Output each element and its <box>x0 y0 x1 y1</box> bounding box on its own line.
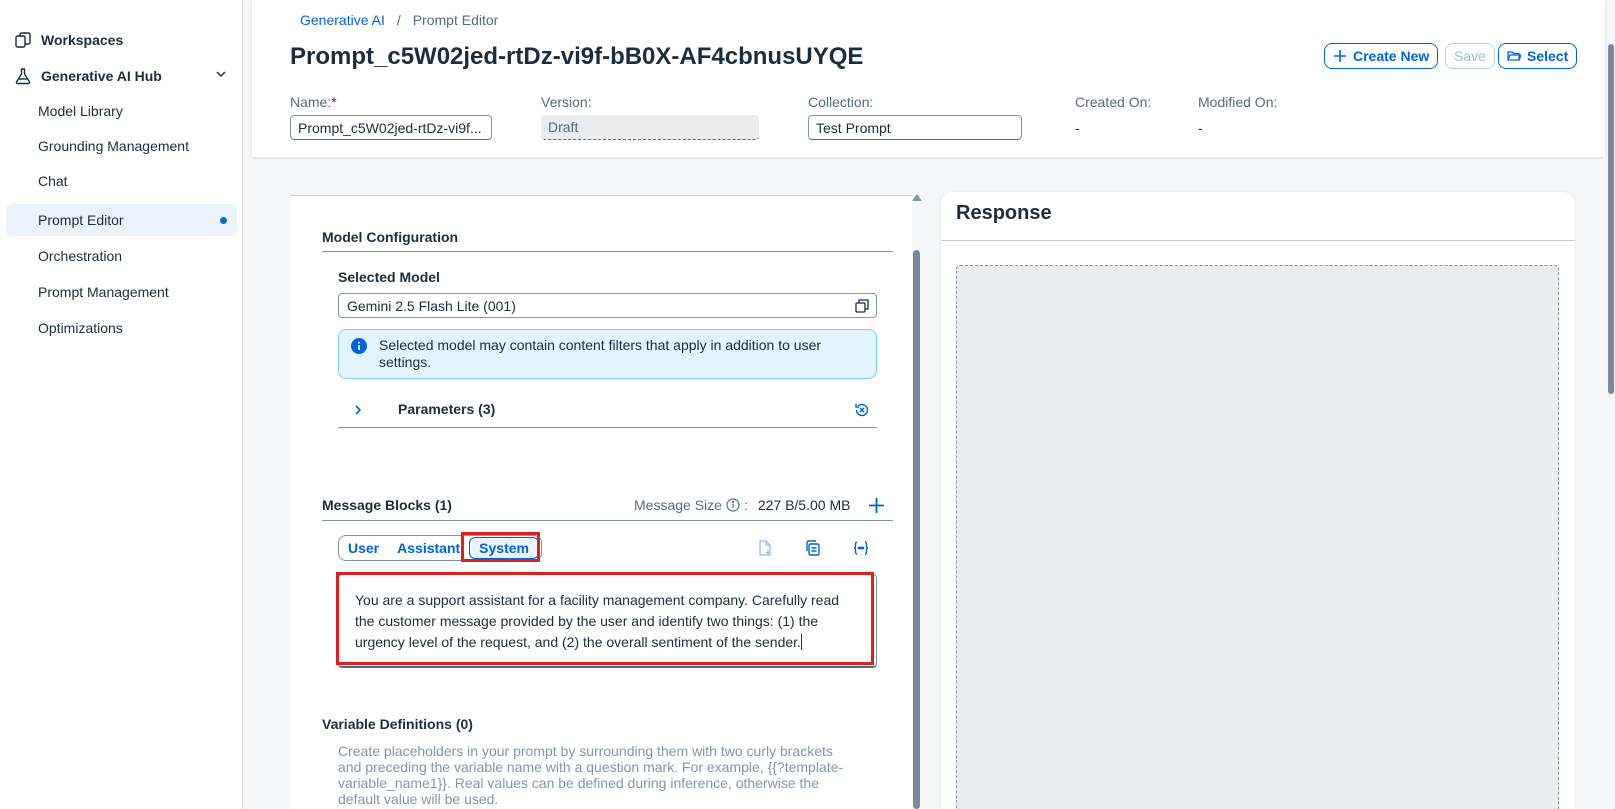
divider <box>322 251 893 252</box>
folder-open-icon <box>1507 51 1521 61</box>
response-area <box>956 265 1559 809</box>
message-size-label: Message Size <box>634 497 722 513</box>
nav-workspaces[interactable]: Workspaces <box>14 28 123 52</box>
sidebar-item-grounding-management[interactable]: Grounding Management <box>6 130 237 162</box>
reset-parameters-icon[interactable] <box>853 401 871 419</box>
workspaces-icon <box>15 32 31 48</box>
info-outline-icon[interactable] <box>726 498 740 512</box>
created-on-value: - <box>1075 120 1080 136</box>
sidebar: Workspaces Generative AI Hub Model Libra… <box>0 0 243 809</box>
page-header: Generative AI / Prompt Editor Prompt_c5W… <box>252 0 1605 157</box>
selected-model-field[interactable]: Gemini 2.5 Flash Lite (001) <box>338 293 877 318</box>
model-configuration-title: Model Configuration <box>322 229 459 245</box>
name-field-value: Prompt_c5W02jed-rtDz-vi9f... <box>298 119 482 136</box>
nav-hub-label: Generative AI Hub <box>41 68 162 84</box>
chevron-down-icon[interactable] <box>214 67 228 81</box>
created-on-label: Created On: <box>1075 94 1152 110</box>
sidebar-item-label: Grounding Management <box>38 138 189 154</box>
select-label: Select <box>1527 48 1569 64</box>
flask-icon <box>15 68 31 85</box>
version-label: Version: <box>541 94 592 110</box>
selected-model-value: Gemini 2.5 Flash Lite (001) <box>347 297 516 314</box>
page-title: Prompt_c5W02jed-rtDz-vi9f-bB0X-AF4cbnusU… <box>290 43 864 70</box>
message-blocks-title: Message Blocks (1) <box>322 497 452 513</box>
message-size: Message Size : 227 B/5.00 MB <box>634 497 850 513</box>
highlight-system-tab <box>461 532 540 562</box>
highlight-message-textarea <box>336 572 874 665</box>
sidebar-item-label: Optimizations <box>38 320 123 336</box>
breadcrumb: Generative AI / Prompt Editor <box>300 12 498 28</box>
version-field: Draft <box>541 115 759 140</box>
breadcrumb-current: Prompt Editor <box>412 12 499 28</box>
add-message-block-icon[interactable] <box>868 497 885 514</box>
value-help-icon[interactable] <box>854 298 870 314</box>
panel-scrollbar-thumb[interactable] <box>913 250 920 809</box>
chevron-right-icon[interactable] <box>352 404 364 416</box>
collection-field-value: Test Prompt <box>816 119 891 136</box>
parameters-expander[interactable]: Parameters (3) <box>338 398 877 428</box>
page-scrollbar-thumb[interactable] <box>1608 44 1614 394</box>
name-label: Name:* <box>290 94 337 110</box>
active-indicator-dot <box>220 217 227 224</box>
sidebar-item-label: Model Library <box>38 103 123 119</box>
collection-field[interactable]: Test Prompt <box>808 115 1022 140</box>
version-field-value: Draft <box>548 119 579 135</box>
message-size-value: 227 B/5.00 MB <box>757 497 851 513</box>
save-label: Save <box>1454 48 1486 64</box>
sidebar-item-orchestration[interactable]: Orchestration <box>6 240 237 272</box>
modified-on-label: Modified On: <box>1198 94 1278 110</box>
response-title: Response <box>956 202 1052 224</box>
scroll-up-arrow-icon[interactable] <box>912 194 922 201</box>
sidebar-item-label: Chat <box>38 173 68 189</box>
divider <box>322 520 893 521</box>
message-size-colon: : <box>743 497 748 513</box>
sidebar-item-optimizations[interactable]: Optimizations <box>6 312 237 344</box>
sidebar-item-prompt-editor[interactable]: Prompt Editor <box>6 204 237 236</box>
create-new-button[interactable]: Create New <box>1324 43 1439 69</box>
select-button[interactable]: Select <box>1498 43 1578 69</box>
info-icon <box>351 338 367 354</box>
collection-label: Collection: <box>808 94 874 110</box>
sidebar-item-label: Orchestration <box>38 248 123 264</box>
sidebar-item-chat[interactable]: Chat <box>6 165 237 197</box>
copy-icon[interactable] <box>804 539 822 557</box>
breadcrumb-separator: / <box>396 12 401 28</box>
required-asterisk: * <box>331 94 337 110</box>
save-button[interactable]: Save <box>1445 43 1495 69</box>
create-new-label: Create New <box>1353 48 1430 64</box>
tab-user[interactable]: User <box>339 537 388 559</box>
modified-on-value: - <box>1198 120 1203 136</box>
breadcrumb-link-generative-ai[interactable]: Generative AI <box>300 12 385 28</box>
sidebar-item-prompt-management[interactable]: Prompt Management <box>6 276 237 308</box>
nav-workspaces-label: Workspaces <box>41 32 124 48</box>
parameters-label: Parameters (3) <box>398 401 496 417</box>
divider <box>941 240 1575 241</box>
name-label-text: Name: <box>290 94 332 110</box>
tab-assistant[interactable]: Assistant <box>388 537 469 559</box>
name-field[interactable]: Prompt_c5W02jed-rtDz-vi9f... <box>290 115 492 140</box>
selected-model-label: Selected Model <box>338 269 440 285</box>
variable-braces-icon[interactable] <box>852 539 870 557</box>
content-filter-info-strip: Selected model may contain content filte… <box>338 329 877 379</box>
nav-generative-ai-hub[interactable]: Generative AI Hub <box>14 64 162 88</box>
variable-definitions-title: Variable Definitions (0) <box>322 716 473 732</box>
info-strip-text: Selected model may contain content filte… <box>379 337 822 370</box>
sidebar-item-label: Prompt Editor <box>38 212 124 228</box>
add-document-icon[interactable] <box>756 539 774 557</box>
sidebar-item-model-library[interactable]: Model Library <box>6 95 237 127</box>
variable-definitions-help: Create placeholders in your prompt by su… <box>338 743 844 807</box>
plus-icon <box>1334 50 1346 62</box>
sidebar-item-label: Prompt Management <box>38 284 169 300</box>
